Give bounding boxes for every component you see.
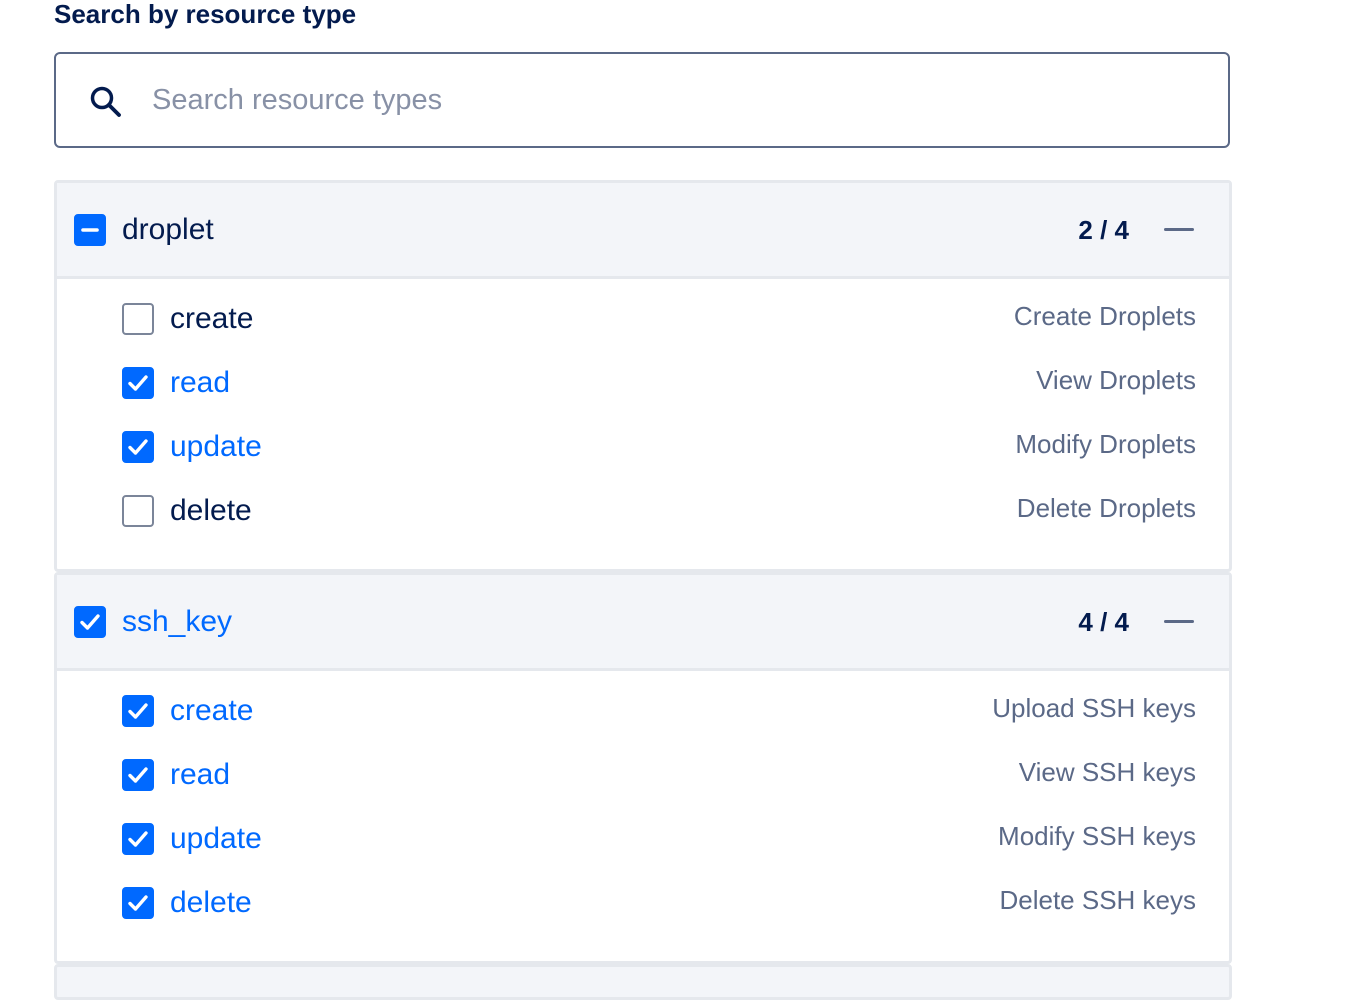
checkmark-icon <box>128 703 148 719</box>
group-selected-count: 4 / 4 <box>1078 607 1129 637</box>
checkmark-icon <box>128 375 148 391</box>
permission-checkbox[interactable] <box>122 695 154 727</box>
checkmark-icon <box>80 614 100 630</box>
permission-checkbox[interactable] <box>122 495 154 527</box>
resource-group-ssh-key: ssh_key 4 / 4 create Upload SSH keys rea… <box>54 572 1232 964</box>
permission-checkbox[interactable] <box>122 431 154 463</box>
permission-name[interactable]: delete <box>170 492 252 530</box>
permission-name[interactable]: delete <box>170 884 252 922</box>
permission-name[interactable]: read <box>170 364 230 402</box>
permission-row: create Create Droplets <box>57 299 1229 363</box>
permission-description: Modify Droplets <box>1015 429 1196 459</box>
permission-name[interactable]: update <box>170 820 262 858</box>
search-box[interactable] <box>54 52 1230 148</box>
permission-row: delete Delete SSH keys <box>57 883 1229 947</box>
search-input[interactable] <box>152 74 1192 126</box>
permission-checkbox[interactable] <box>122 303 154 335</box>
permission-row: read View SSH keys <box>57 755 1229 819</box>
permission-name[interactable]: read <box>170 756 230 794</box>
checkmark-icon <box>128 831 148 847</box>
section-heading: Search by resource type <box>54 0 357 29</box>
checkmark-icon <box>128 439 148 455</box>
minus-icon[interactable] <box>1164 215 1194 245</box>
group-title[interactable]: droplet <box>122 211 214 249</box>
permission-checkbox[interactable] <box>122 759 154 791</box>
permission-row: update Modify SSH keys <box>57 819 1229 883</box>
search-icon <box>90 86 121 117</box>
permission-description: Modify SSH keys <box>998 821 1196 851</box>
permission-row: update Modify Droplets <box>57 427 1229 491</box>
permission-description: Create Droplets <box>1013 301 1196 331</box>
permission-description: Delete SSH keys <box>999 885 1196 915</box>
permission-description: View Droplets <box>1036 365 1196 395</box>
resource-group-next <box>54 964 1232 1000</box>
checkmark-icon <box>128 895 148 911</box>
permission-list: create Upload SSH keys read View SSH key… <box>57 671 1229 961</box>
permission-checkbox[interactable] <box>122 887 154 919</box>
permission-row: read View Droplets <box>57 363 1229 427</box>
resource-group-droplet: droplet 2 / 4 create Create Droplets rea… <box>54 180 1232 572</box>
permission-row: create Upload SSH keys <box>57 691 1229 755</box>
permission-name[interactable]: update <box>170 428 262 466</box>
minus-icon[interactable] <box>1164 607 1194 637</box>
permission-name[interactable]: create <box>170 692 253 730</box>
group-select-all-checkbox[interactable] <box>74 606 106 638</box>
permission-row: delete Delete Droplets <box>57 491 1229 555</box>
permission-checkbox[interactable] <box>122 367 154 399</box>
permission-description: Delete Droplets <box>1016 493 1196 523</box>
permission-description: Upload SSH keys <box>992 693 1196 723</box>
permission-checkbox[interactable] <box>122 823 154 855</box>
group-title[interactable]: ssh_key <box>122 603 232 641</box>
group-selected-count: 2 / 4 <box>1078 215 1129 245</box>
indeterminate-icon <box>81 228 99 232</box>
permission-name[interactable]: create <box>170 300 253 338</box>
group-header[interactable]: ssh_key 4 / 4 <box>57 575 1229 671</box>
permission-description: View SSH keys <box>1018 757 1196 787</box>
group-select-all-checkbox[interactable] <box>74 214 106 246</box>
group-header[interactable]: droplet 2 / 4 <box>57 183 1229 279</box>
permission-list: create Create Droplets read View Droplet… <box>57 279 1229 569</box>
checkmark-icon <box>128 767 148 783</box>
